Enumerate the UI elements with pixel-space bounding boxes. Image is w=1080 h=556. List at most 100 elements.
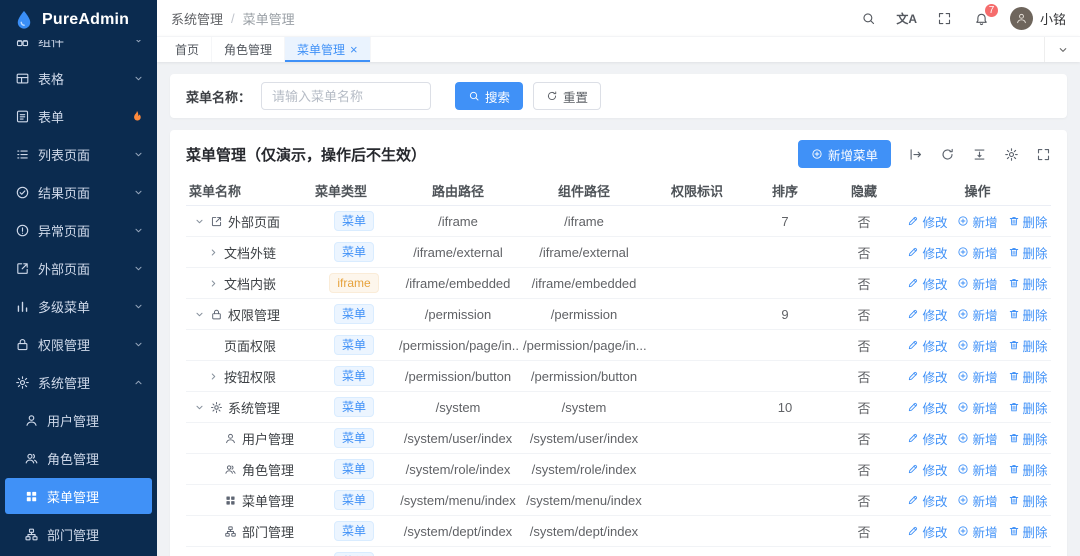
add-link[interactable]: 新增 (957, 398, 998, 417)
sidebar-item-5[interactable]: 异常页面 (5, 212, 152, 248)
search-icon (861, 11, 876, 26)
sidebar-item-4[interactable]: 结果页面 (5, 174, 152, 210)
header-search-button[interactable] (859, 9, 877, 27)
plus-circle-icon (957, 401, 969, 413)
collapse-toggle[interactable] (192, 216, 207, 227)
sidebar-item-10[interactable]: 用户管理 (5, 402, 152, 438)
add-link[interactable]: 新增 (957, 305, 998, 324)
menu-type-tag: 菜单 (333, 242, 374, 262)
search-button[interactable]: 搜索 (455, 82, 524, 110)
chevron-down-icon (133, 301, 144, 312)
delete-link[interactable]: 删除 (1008, 553, 1048, 556)
sidebar-item-1[interactable]: 表格 (5, 60, 152, 96)
trash-icon (1008, 308, 1020, 320)
delete-link[interactable]: 删除 (1008, 336, 1048, 355)
collapse-toggle[interactable] (192, 402, 207, 413)
delete-link[interactable]: 删除 (1008, 212, 1048, 231)
column-settings-button[interactable] (1004, 147, 1019, 162)
add-link[interactable]: 新增 (957, 212, 998, 231)
sidebar-item-12[interactable]: 菜单管理 (5, 478, 152, 514)
edit-link[interactable]: 修改 (907, 522, 947, 541)
breadcrumb-item[interactable]: 系统管理 (171, 9, 223, 28)
add-link[interactable]: 新增 (957, 553, 997, 556)
edit-link[interactable]: 修改 (907, 305, 947, 324)
sidebar-item-label: 结果页面 (38, 185, 91, 201)
edit-link[interactable]: 修改 (907, 243, 947, 262)
hidden-flag: 否 (857, 369, 871, 385)
expand-toggle[interactable] (206, 278, 221, 289)
edit-link[interactable]: 修改 (907, 398, 947, 417)
delete-link[interactable]: 删除 (1008, 522, 1048, 541)
row-actions: 修改 新增 删除 (904, 212, 1051, 231)
add-link[interactable]: 新增 (957, 243, 998, 262)
user-menu[interactable]: 小铭 (1009, 6, 1066, 30)
order: 10 (777, 399, 793, 415)
edit-link[interactable]: 修改 (907, 212, 947, 231)
menu-name-cell: 权限管理 (186, 305, 312, 324)
tabs-dropdown-button[interactable] (1044, 37, 1080, 62)
edit-link[interactable]: 修改 (907, 367, 947, 386)
sidebar-item-label: 多级菜单 (38, 299, 91, 315)
sidebar-item-2[interactable]: 表单 (5, 98, 152, 134)
tab-2[interactable]: 菜单管理 × (285, 37, 371, 62)
sidebar-item-13[interactable]: 部门管理 (5, 516, 152, 552)
menu-name-input[interactable] (261, 82, 432, 110)
menu-type-cell: 菜单 (312, 490, 396, 510)
edit-link[interactable]: 修改 (907, 336, 947, 355)
sidebar-item-7[interactable]: 多级菜单 (5, 288, 152, 324)
add-link[interactable]: 新增 (957, 522, 998, 541)
tab-close-icon[interactable]: × (350, 43, 358, 56)
add-link[interactable]: 新增 (957, 336, 998, 355)
table-row: 系统监控 菜单 /monitor /monitor 11 否 修改 新增 删除 (186, 547, 1051, 556)
delete-link[interactable]: 删除 (1008, 367, 1048, 386)
add-menu-button[interactable]: 新增菜单 (797, 140, 891, 168)
delete-link[interactable]: 删除 (1008, 491, 1048, 510)
delete-link[interactable]: 删除 (1008, 398, 1048, 417)
tab-1[interactable]: 角色管理 (212, 37, 286, 62)
add-link[interactable]: 新增 (957, 491, 998, 510)
notification-button[interactable]: 7 (973, 3, 999, 27)
sidebar-item-8[interactable]: 权限管理 (5, 326, 152, 362)
edit-link[interactable]: 修改 (907, 460, 947, 479)
add-link[interactable]: 新增 (957, 367, 998, 386)
add-link[interactable]: 新增 (957, 429, 998, 448)
delete-link[interactable]: 删除 (1008, 305, 1048, 324)
expand-toggle[interactable] (206, 247, 221, 258)
user-icon (24, 413, 39, 428)
edit-link[interactable]: 修改 (907, 429, 947, 448)
table-fullscreen-button[interactable] (1036, 147, 1051, 162)
add-link[interactable]: 新增 (957, 460, 998, 479)
gear-icon (15, 375, 30, 390)
app-logo[interactable]: PureAdmin (0, 0, 157, 40)
delete-link[interactable]: 删除 (1008, 274, 1048, 293)
tab-0[interactable]: 首页 (163, 37, 213, 62)
sidebar-item-6[interactable]: 外部页面 (5, 250, 152, 286)
plus-circle-icon (957, 463, 969, 475)
sidebar-item-9[interactable]: 系统管理 (5, 364, 152, 400)
menu-type-tag: 菜单 (333, 552, 374, 556)
sidebar-item-3[interactable]: 列表页面 (5, 136, 152, 172)
sidebar-item-11[interactable]: 角色管理 (5, 440, 152, 476)
export-button[interactable] (908, 147, 923, 162)
fullscreen-button[interactable] (936, 9, 954, 27)
density-button[interactable] (972, 147, 987, 162)
column-header-5: 排序 (771, 184, 798, 199)
collapse-toggle[interactable] (192, 309, 207, 320)
expand-toggle[interactable] (206, 371, 221, 382)
breadcrumb-item-current[interactable]: 菜单管理 (243, 9, 295, 28)
edit-link[interactable]: 修改 (907, 274, 947, 293)
edit-link[interactable]: 修改 (907, 553, 947, 556)
add-link[interactable]: 新增 (957, 274, 998, 293)
delete-link[interactable]: 删除 (1008, 429, 1048, 448)
refresh-button[interactable] (940, 147, 955, 162)
delete-link[interactable]: 删除 (1008, 243, 1048, 262)
delete-link[interactable]: 删除 (1008, 460, 1048, 479)
route-path: /system (435, 399, 481, 415)
reset-button[interactable]: 重置 (533, 82, 602, 110)
edit-link[interactable]: 修改 (907, 491, 947, 510)
hidden-flag: 否 (857, 524, 871, 540)
plus-circle-icon (957, 525, 969, 537)
component-path: /system/user/index (529, 430, 639, 446)
column-header-0: 菜单名称 (189, 184, 242, 199)
translate-icon[interactable]: 文A (896, 9, 917, 27)
